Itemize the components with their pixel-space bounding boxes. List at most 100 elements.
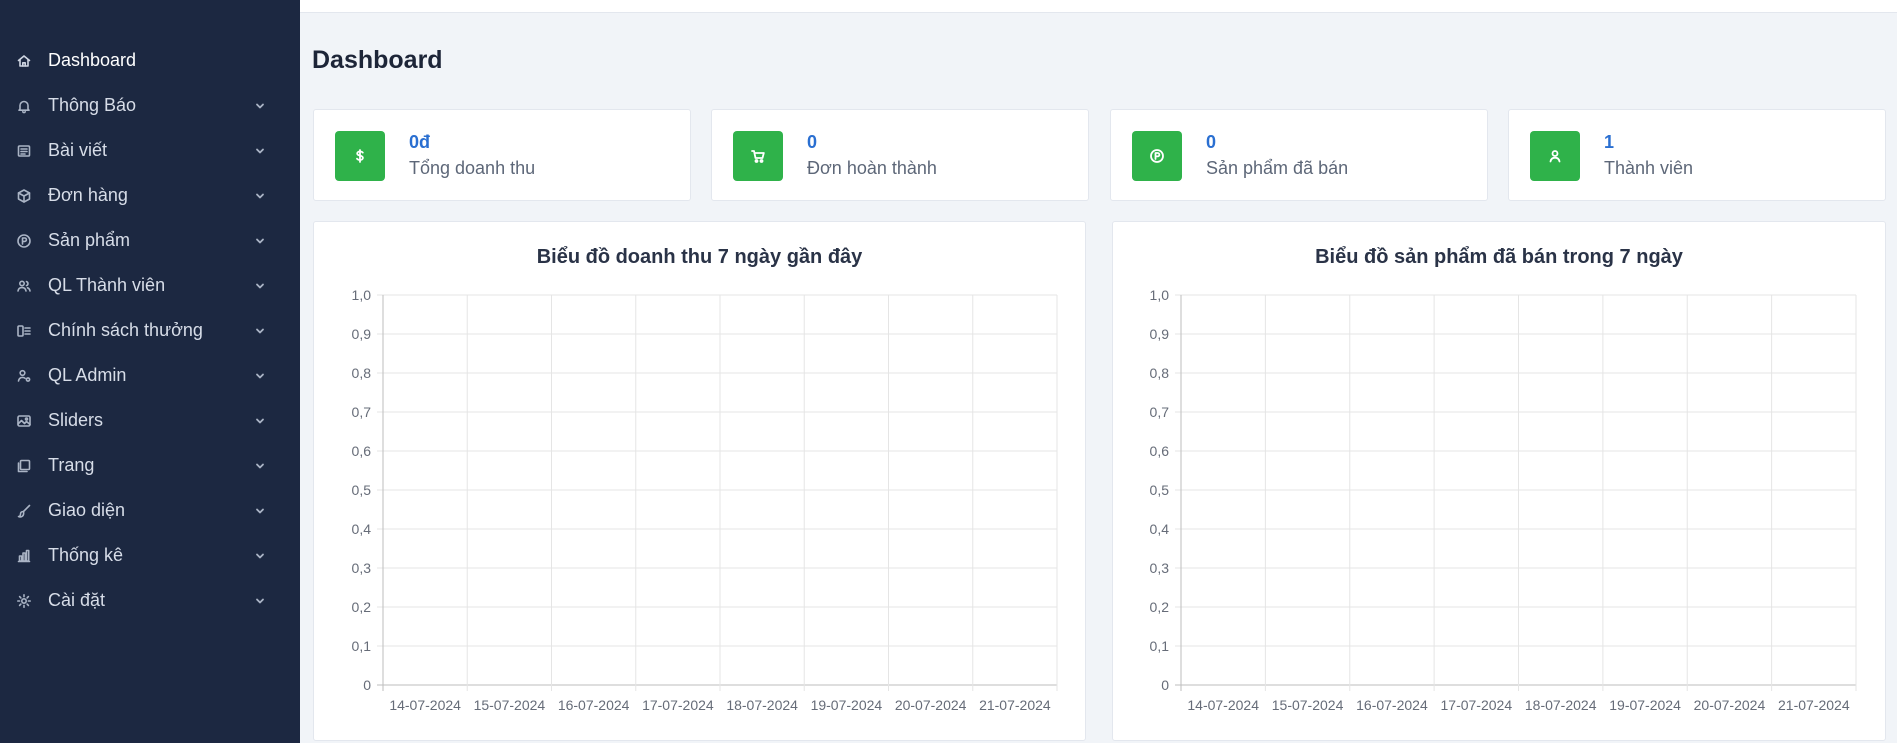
y-tick-label: 0,4 (352, 521, 372, 537)
y-tick-label: 0,5 (1150, 482, 1170, 498)
sidebar-menu: Dashboard Thông Báo Bài viết Đơn hàng Sản ph… (0, 38, 300, 623)
product-circle-icon (14, 231, 34, 251)
cart-icon (733, 131, 783, 181)
sidebar-item-label: Bài viết (48, 140, 108, 160)
dollar-icon (335, 131, 385, 181)
stat-card-orders: 0 Đơn hoàn thành (711, 109, 1089, 201)
chevron-down-icon (254, 595, 266, 607)
chevron-down-icon (254, 145, 266, 157)
x-tick-label: 16-07-2024 (558, 697, 630, 713)
y-tick-label: 0,4 (1150, 521, 1170, 537)
x-tick-label: 21-07-2024 (979, 697, 1051, 713)
sidebar-item-ql-thanh-vien[interactable]: QL Thành viên (0, 263, 300, 308)
image-icon (14, 411, 34, 431)
sidebar-item-thong-bao[interactable]: Thông Báo (0, 83, 300, 128)
y-tick-label: 0,6 (1150, 443, 1170, 459)
sidebar-item-trang[interactable]: Trang (0, 443, 300, 488)
chevron-down-icon (254, 505, 266, 517)
y-tick-label: 0,8 (352, 365, 372, 381)
y-tick-label: 1,0 (352, 287, 372, 303)
y-tick-label: 0,3 (1150, 560, 1170, 576)
sidebar: Dashboard Thông Báo Bài viết Đơn hàng Sản ph… (0, 0, 300, 743)
x-tick-label: 20-07-2024 (1694, 697, 1766, 713)
x-tick-label: 15-07-2024 (474, 697, 546, 713)
sidebar-item-label: QL Admin (48, 365, 127, 385)
y-tick-label: 0,2 (1150, 599, 1170, 615)
chevron-down-icon (254, 235, 266, 247)
sidebar-item-cai-dat[interactable]: Cài đặt (0, 578, 300, 623)
y-tick-label: 0,8 (1150, 365, 1170, 381)
user-cog-icon (14, 366, 34, 386)
bar-chart-icon (14, 546, 34, 566)
x-tick-label: 18-07-2024 (726, 697, 798, 713)
coins-icon (14, 321, 34, 341)
sidebar-item-chinh-sach-thuong[interactable]: Chính sách thưởng (0, 308, 300, 353)
y-tick-label: 0 (363, 677, 371, 693)
sidebar-item-label: Thông Báo (48, 95, 137, 115)
sidebar-item-label: Sliders (48, 410, 104, 430)
chart-plot: 0 0,1 0,2 0,3 0,4 0,5 0,6 0,7 0,8 0,9 1,0 14-07-202… (1150, 287, 1857, 713)
top-bar (300, 0, 1897, 13)
chevron-down-icon (254, 370, 266, 382)
stat-value: 1 (1604, 132, 1615, 152)
bell-icon (14, 96, 34, 116)
x-tick-label: 17-07-2024 (642, 697, 714, 713)
y-tick-label: 0,9 (1150, 326, 1170, 342)
sidebar-item-ql-admin[interactable]: QL Admin (0, 353, 300, 398)
sidebar-item-giao-dien[interactable]: Giao diện (0, 488, 300, 533)
chevron-down-icon (254, 325, 266, 337)
products-sold-chart-card: Biểu đồ sản phẩm đã bán trong 7 ngày 0 0,… (1112, 221, 1886, 741)
stat-card-revenue: 0đ Tổng doanh thu (313, 109, 691, 201)
x-tick-label: 19-07-2024 (1609, 697, 1681, 713)
x-tick-label: 16-07-2024 (1356, 697, 1428, 713)
sidebar-item-dashboard[interactable]: Dashboard (0, 38, 300, 83)
chart-plot: 0 0,1 0,2 0,3 0,4 0,5 0,6 0,7 0,8 0,9 1,0 14-07-202… (352, 287, 1058, 713)
sidebar-item-label: Trang (48, 455, 95, 475)
sidebar-item-sliders[interactable]: Sliders (0, 398, 300, 443)
sidebar-item-label: Cài đặt (48, 590, 106, 610)
x-tick-label: 17-07-2024 (1441, 697, 1513, 713)
sidebar-item-label: Chính sách thưởng (48, 320, 203, 340)
x-tick-label: 14-07-2024 (1187, 697, 1259, 713)
stat-value: 0 (807, 132, 818, 152)
x-tick-label: 14-07-2024 (389, 697, 461, 713)
sidebar-item-san-pham[interactable]: Sản phẩm (0, 218, 300, 263)
pages-icon (14, 456, 34, 476)
sidebar-item-label: Thống kê (48, 545, 124, 565)
gear-icon (14, 591, 34, 611)
x-tick-label: 20-07-2024 (895, 697, 967, 713)
sidebar-item-don-hang[interactable]: Đơn hàng (0, 173, 300, 218)
revenue-chart-card: Biểu đồ doanh thu 7 ngày gần đây 0 0,1 0,2… (313, 221, 1086, 741)
users-icon (14, 276, 34, 296)
y-tick-label: 0,2 (352, 599, 372, 615)
chevron-down-icon (254, 460, 266, 472)
stat-card-products-sold: 0 Sản phẩm đã bán (1110, 109, 1488, 201)
stat-value: 0 (1206, 132, 1217, 152)
chevron-down-icon (254, 100, 266, 112)
y-tick-label: 0,6 (352, 443, 372, 459)
chevron-down-icon (254, 280, 266, 292)
chevron-down-icon (254, 415, 266, 427)
brush-icon (14, 501, 34, 521)
document-icon (14, 141, 34, 161)
stat-label: Thành viên (1604, 158, 1694, 178)
y-tick-label: 0,1 (1150, 638, 1170, 654)
y-tick-label: 0,7 (1150, 404, 1170, 420)
y-tick-label: 1,0 (1150, 287, 1170, 303)
y-tick-label: 0,1 (352, 638, 372, 654)
sidebar-item-label: Giao diện (48, 500, 126, 520)
chevron-down-icon (254, 190, 266, 202)
stat-value: 0đ (409, 132, 431, 152)
y-tick-label: 0,9 (352, 326, 372, 342)
sidebar-item-label: Đơn hàng (48, 185, 128, 205)
y-tick-label: 0,5 (352, 482, 372, 498)
y-tick-label: 0,3 (352, 560, 372, 576)
sidebar-item-label: Sản phẩm (48, 230, 131, 250)
sidebar-item-bai-viet[interactable]: Bài viết (0, 128, 300, 173)
sidebar-item-thong-ke[interactable]: Thống kê (0, 533, 300, 578)
y-tick-label: 0 (1161, 677, 1169, 693)
stat-label: Tổng doanh thu (409, 158, 536, 178)
page-title: Dashboard (312, 46, 443, 74)
x-tick-label: 19-07-2024 (811, 697, 883, 713)
product-circle-icon (1132, 131, 1182, 181)
